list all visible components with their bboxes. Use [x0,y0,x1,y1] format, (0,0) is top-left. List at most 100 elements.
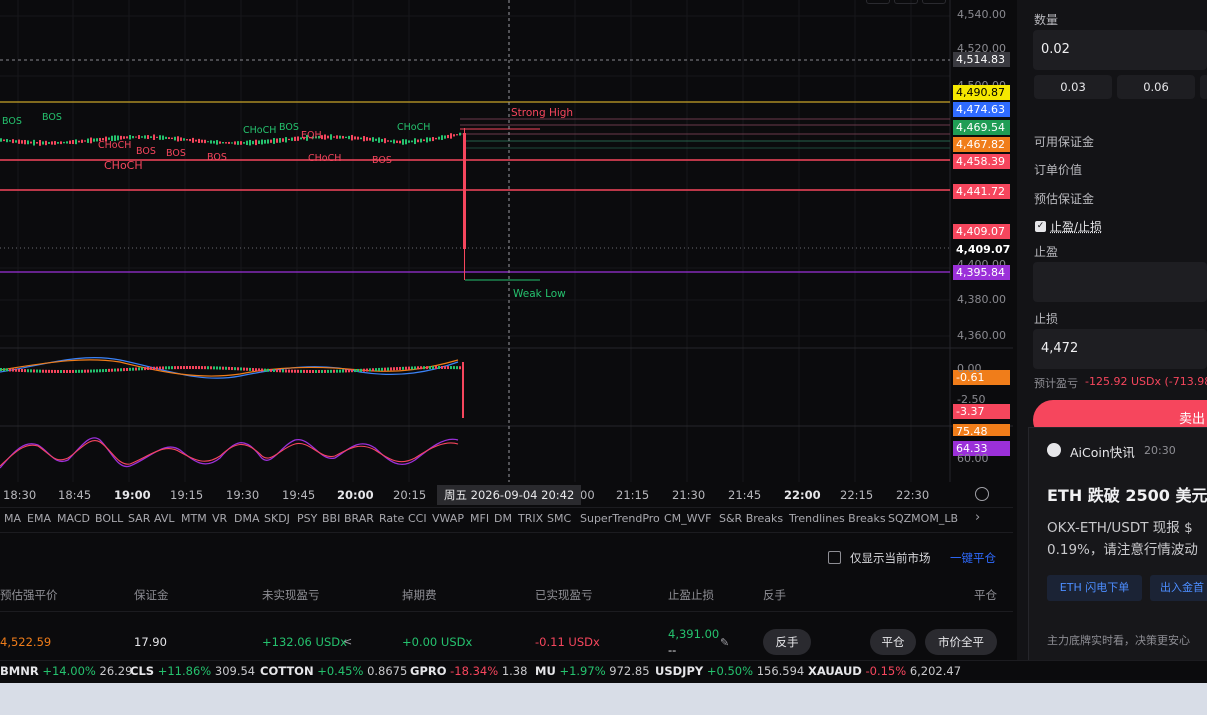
ticker-item[interactable]: BMNR +14.00% 26.29 [0,664,132,678]
indicator-item[interactable]: CCI [408,512,427,525]
candle [198,139,200,143]
col-close: 平仓 [974,587,997,603]
indicator-item[interactable]: MTM [181,512,207,525]
ticker-item[interactable]: MU +1.97% 972.85 [535,664,650,678]
macd-bar [282,369,284,372]
chart-tool-button[interactable] [894,0,918,4]
macd-bar [366,369,368,372]
candle [333,136,335,137]
only-current-checkbox[interactable] [828,551,841,564]
indicator-item[interactable]: SKDJ [264,512,290,525]
macd-bar [243,368,245,371]
indicator-item[interactable]: SAR [128,512,150,525]
candle [345,137,347,138]
macd-bar [126,368,128,371]
candle [54,141,56,145]
reverse-button[interactable]: 反手 [763,629,811,655]
eth-quick-order-button[interactable]: ETH 闪电下单 [1047,575,1142,601]
market-close-all-button[interactable]: 市价全平 [925,629,997,655]
ticker-change: +0.45% [317,664,363,678]
candle [90,138,92,144]
qty-chip[interactable]: 0.03 [1034,75,1112,99]
indicator-item[interactable]: SuperTrendPro [580,512,660,525]
crosshair-time-label: 周五 2026-09-04 20:42 [437,485,581,505]
chart-tool-button[interactable] [922,0,946,4]
price-tag: 4,467.82 [953,137,1010,152]
indicator-item[interactable]: MA [4,512,21,525]
time-label: 22:15 [840,488,873,502]
est-pnl-value: -125.92 USDx (-713.98 [1085,375,1207,388]
macd-bar [387,368,389,371]
indicator-item[interactable]: BOLL [95,512,123,525]
close-position-button[interactable]: 平仓 [870,629,916,655]
macd-bar [117,368,119,371]
qty-input[interactable]: 0.02 [1033,30,1207,70]
price-tag: 4,409.07 [953,224,1010,239]
indicator-item[interactable]: DMA [234,512,260,525]
ticker-symbol: XAUAUD [808,664,862,678]
chart-tool-button[interactable] [866,0,890,4]
indicator-item[interactable]: MACD [57,512,90,525]
candle [285,137,287,142]
indicator-item[interactable]: CM_WVF [664,512,711,525]
edit-icon[interactable]: ✎ [720,636,729,649]
ticker-item[interactable]: GPRO -18.34% 1.38 [410,664,527,678]
candle [384,138,386,143]
tp-input[interactable] [1033,262,1207,302]
news-footer: 主力底牌实时看，决策更安心 [1047,632,1190,648]
indicator-item[interactable]: Trendlines Breaks [789,512,886,525]
sl-input[interactable]: 4,472 [1033,329,1207,369]
indicator-item[interactable]: BRAR [344,512,374,525]
ticker-item[interactable]: USDJPY +0.50% 156.594 [655,664,804,678]
qty-chip[interactable]: 0.06 [1117,75,1195,99]
indicator-item[interactable]: MFI [470,512,489,525]
news-popup[interactable]: AiCoin快讯 20:30 ETH 跌破 2500 美元 OKX-ETH/US… [1028,427,1207,660]
unrealized-value: +132.06 USDx [262,635,347,649]
macd-bar [171,366,173,369]
indicator-item[interactable]: VR [212,512,227,525]
candle [420,139,422,143]
ticker-item[interactable]: CLS +11.86% 309.54 [130,664,255,678]
macd-bar [303,370,305,373]
indicator-item[interactable]: DM [494,512,512,525]
indicator-item[interactable]: AVL [154,512,174,525]
macd-bar [174,366,176,369]
share-icon[interactable]: < [343,635,352,648]
indicator-item[interactable]: Rate [379,512,404,525]
candle [12,139,14,143]
macd-bar [459,366,461,369]
close-all-link[interactable]: 一键平仓 [950,550,996,566]
macd-bar [102,369,104,372]
tpsl-checkbox[interactable]: ✓ [1035,221,1046,232]
ticker-item[interactable]: XAUAUD -0.15% 6,202.47 [808,664,961,678]
candle [408,140,410,142]
price-chart[interactable]: BOS BOS CHoCH BOS BOS BOS CHoCH BOS EQH … [0,0,1013,507]
ticker-item[interactable]: COTTON +0.45% 0.8675 [260,664,407,678]
chevron-right-icon[interactable]: › [975,510,980,525]
macd-bar [183,366,185,369]
indicator-item[interactable]: BBI [322,512,340,525]
candle [9,140,11,141]
indicator-item[interactable]: S&R Breaks [719,512,783,525]
macd-bar [453,366,455,369]
macd-bar [111,369,113,372]
indicator-item[interactable]: VWAP [432,512,464,525]
deposit-button[interactable]: 出入金首 [1150,575,1207,601]
macd-bar [312,370,314,373]
indicator-item[interactable]: TRIX [518,512,543,525]
candle [48,142,50,144]
chart-area[interactable]: BOS BOS CHoCH BOS BOS BOS CHoCH BOS EQH … [0,0,1013,507]
price-tag: 4,441.72 [953,184,1010,199]
qty-chip[interactable] [1200,75,1207,99]
settings-icon[interactable] [975,487,989,501]
indicator-item[interactable]: SMC [547,512,571,525]
time-label: 00 [580,488,595,502]
indicator-item[interactable]: PSY [297,512,317,525]
candle [444,135,446,138]
candle [66,141,68,143]
candle [204,140,206,143]
candle [363,136,365,141]
indicator-item[interactable]: EMA [27,512,51,525]
candle [189,139,191,141]
indicator-item[interactable]: SQZMOM_LB [888,512,958,525]
